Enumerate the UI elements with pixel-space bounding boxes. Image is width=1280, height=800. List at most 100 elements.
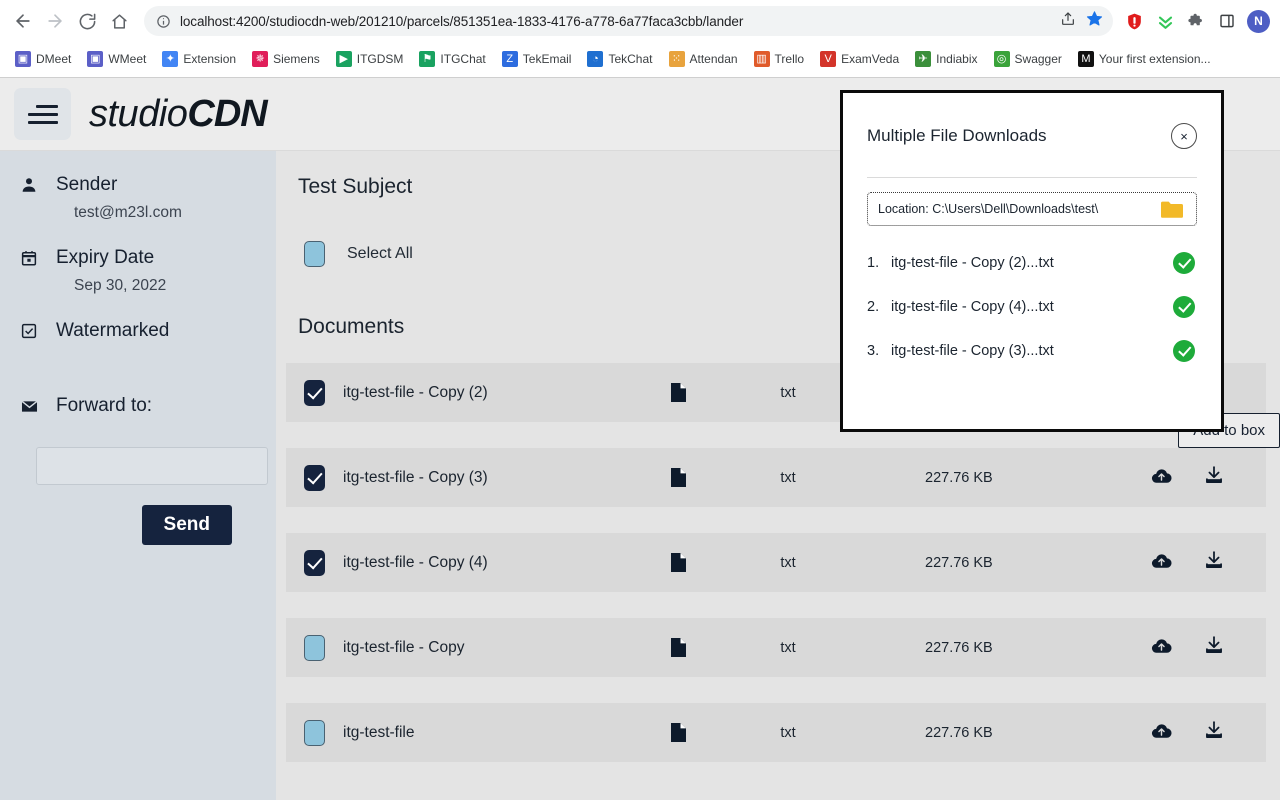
- select-all-checkbox[interactable]: [304, 241, 325, 267]
- bookmark-item[interactable]: ▶ ITGDSM: [329, 47, 411, 71]
- row-checkbox[interactable]: [304, 464, 325, 491]
- bookmark-item[interactable]: M Your first extension...: [1071, 47, 1218, 71]
- site-info-icon[interactable]: [156, 14, 171, 29]
- file-size: 227.76 KB: [925, 639, 993, 656]
- download-icon[interactable]: [1204, 550, 1224, 575]
- download-location-field[interactable]: Location: C:\Users\Dell\Downloads\test\: [867, 192, 1197, 226]
- cloud-upload-icon[interactable]: [1151, 722, 1172, 744]
- file-extension: txt: [780, 724, 796, 741]
- reload-icon[interactable]: [72, 6, 102, 36]
- sidebar-sender-value: test@m23l.com: [74, 204, 182, 221]
- teams-icon: ▣: [87, 51, 104, 67]
- row-checkbox[interactable]: [304, 379, 325, 406]
- video-icon: ▶: [335, 51, 352, 67]
- bookmark-item[interactable]: ⁙ Attendan: [662, 47, 745, 71]
- document-name: itg-test-file - Copy (4): [343, 553, 488, 571]
- download-filename: itg-test-file - Copy (3)...txt: [891, 343, 1054, 359]
- forward-to-input[interactable]: [36, 447, 268, 485]
- check-circle-icon: [1173, 340, 1195, 362]
- bookmark-item[interactable]: Z TekEmail: [495, 47, 579, 71]
- address-bar[interactable]: localhost:4200/studiocdn-web/201210/parc…: [144, 6, 1113, 36]
- bookmark-item[interactable]: ◎ Swagger: [987, 47, 1069, 71]
- home-icon[interactable]: [104, 6, 134, 36]
- sidebar-expiry-value: Sep 30, 2022: [74, 277, 167, 294]
- bookmark-label: TekEmail: [522, 52, 572, 66]
- bookmark-item[interactable]: ✦ Extension: [155, 47, 243, 71]
- cloud-upload-icon[interactable]: [1151, 467, 1172, 489]
- share-icon[interactable]: [1060, 11, 1076, 32]
- cloud-upload-icon[interactable]: [1151, 552, 1172, 574]
- cliq-icon: ◔: [587, 51, 604, 67]
- file-icon: [643, 552, 713, 573]
- browser-chrome: localhost:4200/studiocdn-web/201210/parc…: [0, 0, 1280, 78]
- folder-icon[interactable]: [1160, 199, 1186, 219]
- hamburger-menu-icon[interactable]: [14, 88, 71, 140]
- cloud-upload-icon[interactable]: [1151, 637, 1172, 659]
- back-arrow-icon[interactable]: [8, 6, 38, 36]
- bookmark-item[interactable]: ▣ DMeet: [8, 47, 78, 71]
- close-icon[interactable]: ×: [1171, 123, 1197, 149]
- file-size: 227.76 KB: [925, 724, 993, 741]
- swagger-icon: ◎: [993, 51, 1010, 67]
- envelope-icon: [18, 394, 40, 416]
- download-list-item: 2. itg-test-file - Copy (4)...txt: [867, 296, 1197, 318]
- bookmark-label: Your first extension...: [1098, 52, 1211, 66]
- download-icon[interactable]: [1204, 720, 1224, 745]
- bookmark-item[interactable]: ✈ Indiabix: [908, 47, 984, 71]
- profile-avatar[interactable]: N: [1247, 9, 1270, 33]
- file-size: 227.76 KB: [925, 554, 993, 571]
- check-circle-icon: [1173, 296, 1195, 318]
- bookmark-label: Extension: [183, 52, 237, 66]
- bookmark-label: Siemens: [273, 52, 320, 66]
- grid-dots-icon: ⁙: [668, 51, 685, 67]
- downloads-list: 1. itg-test-file - Copy (2)...txt 2. itg-te…: [867, 252, 1197, 362]
- row-checkbox[interactable]: [304, 719, 325, 746]
- flag-icon: ⚑: [419, 51, 436, 67]
- document-name: itg-test-file - Copy (2): [343, 383, 488, 401]
- table-row[interactable]: itg-test-file txt 227.76 KB: [286, 703, 1266, 762]
- document-name: itg-test-file: [343, 723, 415, 741]
- teams-icon: ▣: [15, 51, 31, 67]
- table-row[interactable]: itg-test-file - Copy (4) txt 227.76 KB: [286, 533, 1266, 592]
- bookmark-item[interactable]: ⚑ ITGChat: [412, 47, 492, 71]
- sidebar-watermarked-label: Watermarked: [56, 320, 170, 341]
- browser-toolbar: localhost:4200/studiocdn-web/201210/parc…: [0, 0, 1280, 42]
- select-all-label: Select All: [347, 245, 413, 262]
- download-status-icon: [1171, 340, 1197, 362]
- chevron-double-down-icon[interactable]: [1154, 10, 1176, 32]
- modal-header: Multiple File Downloads ×: [867, 93, 1197, 149]
- file-icon: [643, 467, 713, 488]
- trello-icon: ▥: [753, 51, 770, 67]
- bookmark-item[interactable]: ✵ Siemens: [245, 47, 327, 71]
- table-row[interactable]: itg-test-file - Copy (3) txt 227.76 KB: [286, 448, 1266, 507]
- sidebar-sender-block: Sender: [18, 173, 258, 197]
- row-checkbox[interactable]: [304, 634, 325, 661]
- download-icon[interactable]: [1204, 465, 1224, 490]
- side-panel-icon[interactable]: [1216, 10, 1238, 32]
- bookmark-item[interactable]: ▣ WMeet: [80, 47, 153, 71]
- bookmark-item[interactable]: ▥ Trello: [747, 47, 812, 71]
- extensions-puzzle-icon[interactable]: [1185, 10, 1207, 32]
- examveda-icon: V: [820, 51, 837, 67]
- file-extension: txt: [780, 554, 796, 571]
- forward-arrow-icon[interactable]: [40, 6, 70, 36]
- app-logo: studioCDN: [89, 92, 268, 136]
- send-button[interactable]: Send: [141, 505, 232, 545]
- row-checkbox[interactable]: [304, 549, 325, 576]
- download-list-item: 3. itg-test-file - Copy (3)...txt: [867, 340, 1197, 362]
- logo-text-cdn: CDN: [187, 92, 267, 135]
- multiple-file-downloads-modal: Multiple File Downloads × Location: C:\U…: [840, 90, 1224, 432]
- bookmark-item[interactable]: ◔ TekChat: [580, 47, 659, 71]
- file-icon: [643, 382, 713, 403]
- download-icon[interactable]: [1204, 635, 1224, 660]
- bookmark-star-icon[interactable]: [1086, 10, 1103, 32]
- calendar-icon: [18, 246, 40, 267]
- adblock-icon[interactable]: [1123, 10, 1145, 32]
- table-row[interactable]: itg-test-file - Copy txt 227.76 KB: [286, 618, 1266, 677]
- bookmark-label: ITGDSM: [356, 52, 404, 66]
- download-index: 2.: [867, 299, 880, 315]
- file-extension: txt: [780, 639, 796, 656]
- sidebar-forward-block: Forward to:: [18, 394, 258, 418]
- bookmark-item[interactable]: V ExamVeda: [813, 47, 906, 71]
- slack-icon: ✵: [252, 51, 269, 67]
